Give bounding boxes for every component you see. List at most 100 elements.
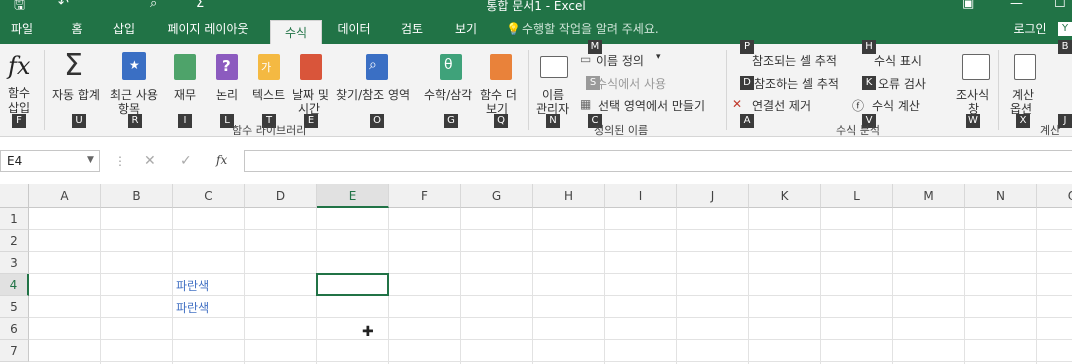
keytip-d: D	[740, 76, 754, 90]
show-formulas-button[interactable]: 수식 표시	[874, 52, 922, 69]
financial-button[interactable]: 재무	[174, 86, 196, 103]
keytip-o: O	[370, 114, 384, 128]
tab-review[interactable]: 검토	[392, 14, 432, 44]
column-header-n[interactable]: N	[965, 184, 1037, 208]
row-header-1[interactable]: 1	[0, 208, 29, 230]
tab-formulas[interactable]: 수식	[270, 20, 322, 45]
keytip-i: I	[178, 114, 192, 128]
column-header-h[interactable]: H	[533, 184, 605, 208]
lightbulb-icon: 💡	[506, 22, 521, 36]
gridline	[460, 208, 461, 364]
enter-check-icon[interactable]: ✓	[180, 153, 192, 169]
row-header-3[interactable]: 3	[0, 252, 29, 274]
gridline	[172, 208, 173, 364]
gridline	[244, 208, 245, 364]
column-header-g[interactable]: G	[461, 184, 533, 208]
group-calculation: 계산	[1040, 124, 1061, 137]
row-header-4[interactable]: 4	[0, 274, 29, 296]
theta-icon: θ	[444, 57, 453, 73]
ribbon: fx 함수 삽입 F Σ 자동 합계 U ★ 최근 사용 항목 R 재무 I ?…	[0, 40, 1072, 137]
cell-c4[interactable]: 파란색	[176, 277, 209, 294]
group-function-library: 함수 라이브러리	[232, 124, 307, 137]
keytip-b: B	[1058, 40, 1072, 54]
gridline	[29, 229, 1072, 230]
trace-dependents-button[interactable]: 참조하는 셀 추적	[754, 75, 839, 92]
gridline	[820, 208, 821, 364]
chevron-down-icon[interactable]: ▼	[87, 155, 94, 165]
ribbon-separator	[726, 50, 727, 130]
text-glyph-icon: 가	[261, 61, 272, 74]
remove-arrows-button[interactable]: 연결선 제거	[752, 97, 811, 114]
autosum-button[interactable]: 자동 합계	[52, 86, 100, 103]
finance-book-icon	[174, 54, 196, 80]
column-header-b[interactable]: B	[101, 184, 173, 208]
row-header-5[interactable]: 5	[0, 296, 29, 318]
cancel-icon[interactable]: ✕	[144, 153, 156, 169]
ribbon-separator	[998, 50, 999, 130]
group-defined-names: 정의된 이름	[594, 124, 649, 137]
create-from-selection-button[interactable]: 선택 영역에서 만들기	[598, 97, 705, 114]
tab-home[interactable]: 홈	[60, 14, 94, 44]
define-name-button[interactable]: 이름 정의	[596, 52, 644, 69]
cell-cursor-icon: ✚	[362, 324, 374, 340]
column-header-i[interactable]: I	[605, 184, 677, 208]
math-trig-button[interactable]: 수학/삼각	[424, 86, 472, 103]
tab-insert[interactable]: 삽입	[104, 14, 144, 44]
keytip-w: W	[966, 114, 980, 128]
more-options-icon: ⋮	[114, 154, 126, 168]
ribbon-separator	[44, 50, 45, 130]
login-link[interactable]: 로그인	[1004, 14, 1056, 44]
sigma-icon: Σ	[64, 48, 83, 83]
ribbon-separator	[528, 50, 529, 130]
lookup-reference-button[interactable]: 찾기/참조 영역	[336, 86, 410, 103]
trace-precedents-button[interactable]: 참조되는 셀 추적	[752, 52, 837, 69]
select-all-corner[interactable]	[0, 184, 29, 208]
cell-c5[interactable]: 파란색	[176, 299, 209, 316]
title-bar: 🖫 ↶ ⌕ Σ 통합 문서1 - Excel ▣ — ☐	[0, 0, 1072, 14]
row-header-2[interactable]: 2	[0, 230, 29, 252]
keytip-q: Q	[494, 114, 508, 128]
column-header-f[interactable]: F	[389, 184, 461, 208]
column-header-k[interactable]: K	[749, 184, 821, 208]
gridline	[892, 208, 893, 364]
gridline	[604, 208, 605, 364]
name-manager-icon	[540, 56, 568, 78]
column-header-c[interactable]: C	[173, 184, 245, 208]
maximize-icon[interactable]: ☐	[1054, 0, 1066, 11]
use-in-formula-button[interactable]: 수식에서 사용	[596, 75, 666, 92]
ribbon-display-icon[interactable]: ▣	[962, 0, 974, 11]
keytip-x: X	[1016, 114, 1030, 128]
column-header-e[interactable]: E	[317, 184, 389, 208]
remove-arrows-icon: ✕	[732, 97, 743, 111]
evaluate-formula-button[interactable]: 수식 계산	[872, 97, 920, 114]
column-header-l[interactable]: L	[821, 184, 893, 208]
formula-bar: E4 ▼ ⋮ ✕ ✓ fx	[0, 146, 1072, 178]
insert-function-icon[interactable]: fx	[216, 153, 227, 167]
name-box[interactable]: E4 ▼	[0, 150, 100, 172]
tab-data[interactable]: 데이터	[328, 14, 380, 44]
ribbon-tabs: 파일 홈 삽입 페이지 레이아웃 수식 데이터 검토 보기 💡 수행할 작업을 …	[0, 14, 1072, 45]
row-header-6[interactable]: 6	[0, 318, 29, 340]
column-header-m[interactable]: M	[893, 184, 965, 208]
gridline	[748, 208, 749, 364]
tab-view[interactable]: 보기	[446, 14, 486, 44]
keytip-g: G	[444, 114, 458, 128]
tab-file[interactable]: 파일	[0, 14, 44, 44]
more-functions-book-icon	[490, 54, 512, 80]
row-header-7[interactable]: 7	[0, 340, 29, 362]
column-header-a[interactable]: A	[29, 184, 101, 208]
column-header-j[interactable]: J	[677, 184, 749, 208]
column-header-d[interactable]: D	[245, 184, 317, 208]
active-cell-selection[interactable]	[316, 273, 389, 296]
column-header-o[interactable]: O	[1037, 184, 1072, 208]
formula-input[interactable]	[244, 150, 1072, 172]
evaluate-formula-icon: ⓕ	[852, 99, 865, 113]
gridline	[29, 339, 1072, 340]
keytip-n: N	[546, 114, 560, 128]
gridline	[29, 251, 1072, 252]
logical-button[interactable]: 논리	[216, 86, 238, 103]
tab-page-layout[interactable]: 페이지 레이아웃	[158, 14, 258, 44]
text-button[interactable]: 텍스트	[252, 86, 285, 103]
minimize-icon[interactable]: —	[1010, 0, 1023, 11]
error-checking-button[interactable]: 오류 검사	[878, 75, 926, 92]
